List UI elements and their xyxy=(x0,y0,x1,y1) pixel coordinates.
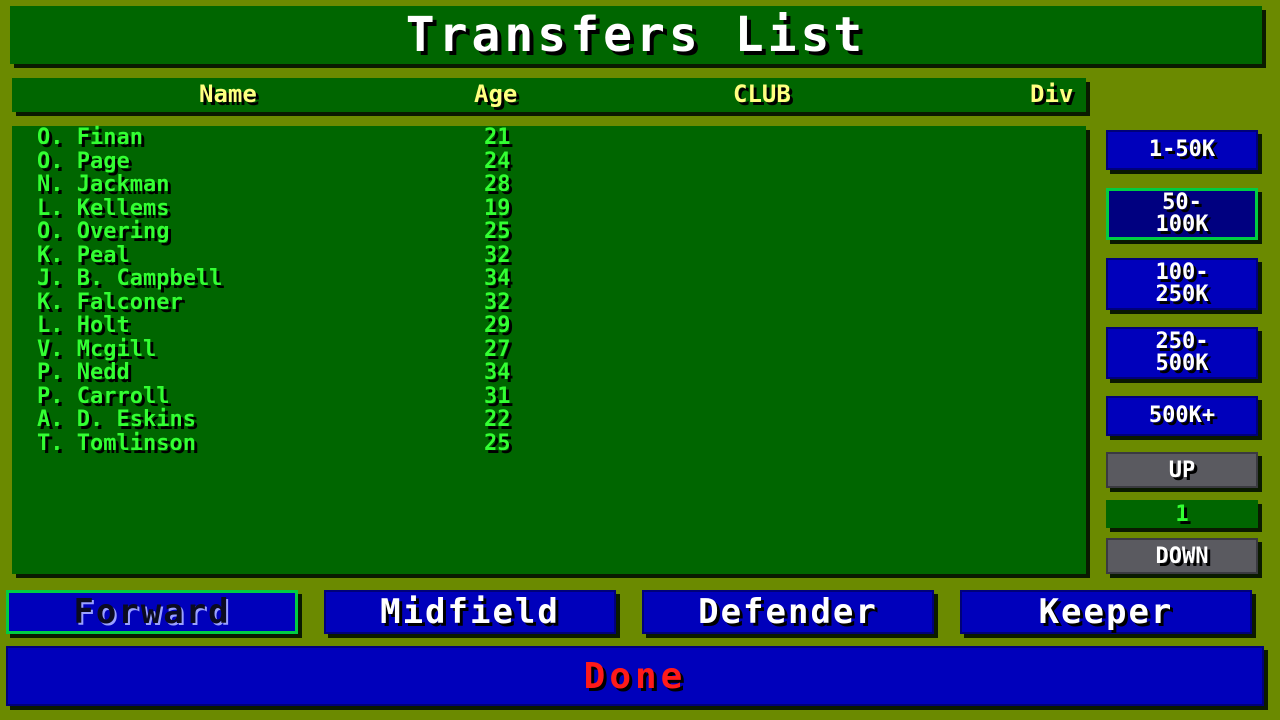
filter-label-line1: 250- xyxy=(1155,329,1209,354)
player-name: L. Kellems xyxy=(37,195,170,221)
player-age: 32 xyxy=(484,289,511,315)
filter-500k-plus-button[interactable]: 500K+ xyxy=(1106,396,1258,436)
filter-250-500k-button[interactable]: 250- 500K xyxy=(1106,327,1258,379)
player-age: 28 xyxy=(484,172,511,197)
column-age: Age xyxy=(474,80,518,108)
filter-label-line2: 100K xyxy=(1155,212,1209,237)
player-age: 24 xyxy=(484,148,511,174)
table-row[interactable]: O. Page 24 xyxy=(12,150,1086,174)
player-age: 32 xyxy=(484,242,511,268)
page-number: 1 xyxy=(1106,500,1258,528)
table-row[interactable]: L. Kellems 19 xyxy=(12,197,1086,221)
player-name: T. Tomlinson xyxy=(37,430,196,456)
filter-label: 1-50K xyxy=(1148,137,1216,162)
table-row[interactable]: A. D. Eskins 22 xyxy=(12,408,1086,432)
column-div: Div xyxy=(1030,80,1074,108)
table-row[interactable]: P. Carroll 31 xyxy=(12,385,1086,409)
column-name: Name xyxy=(199,80,257,108)
player-age: 27 xyxy=(484,336,511,362)
player-age: 31 xyxy=(484,383,511,409)
player-name: O. Finan xyxy=(37,125,143,150)
player-name: J. B. Campbell xyxy=(37,266,223,291)
table-row[interactable]: N. Jackman 28 xyxy=(12,173,1086,197)
filter-1-50k-button[interactable]: 1-50K xyxy=(1106,130,1258,170)
table-row[interactable]: K. Falconer 32 xyxy=(12,291,1086,315)
filter-100-250k-button[interactable]: 100- 250K xyxy=(1106,258,1258,310)
player-name: O. Page xyxy=(37,148,130,174)
page-down-button[interactable]: DOWN xyxy=(1106,538,1258,574)
player-name: P. Nedd xyxy=(37,360,130,385)
player-name: L. Holt xyxy=(37,313,130,338)
player-age: 34 xyxy=(484,360,511,385)
player-age: 22 xyxy=(484,407,511,432)
player-name: A. D. Eskins xyxy=(37,407,196,432)
player-age: 34 xyxy=(484,266,511,291)
player-name: K. Peal xyxy=(37,242,130,268)
page-title: Transfers List xyxy=(10,6,1262,64)
column-club: CLUB xyxy=(733,80,791,108)
player-name: K. Falconer xyxy=(37,289,183,315)
player-name: V. Mcgill xyxy=(37,336,157,362)
filter-label-line2: 250K xyxy=(1155,282,1209,307)
player-name: O. Overing xyxy=(37,219,170,244)
filter-label: 500K+ xyxy=(1148,403,1216,428)
player-name: N. Jackman xyxy=(37,172,170,197)
filter-50-100k-button[interactable]: 50- 100K xyxy=(1106,188,1258,240)
filter-label-line1: 50- xyxy=(1162,190,1202,215)
table-row[interactable]: L. Holt 29 xyxy=(12,314,1086,338)
player-age: 25 xyxy=(484,430,511,456)
position-keeper-button[interactable]: Keeper xyxy=(960,590,1252,634)
table-header: Name Age CLUB Div xyxy=(12,78,1086,112)
table-row[interactable]: V. Mcgill 27 xyxy=(12,338,1086,362)
page-up-button[interactable]: UP xyxy=(1106,452,1258,488)
player-age: 29 xyxy=(484,313,511,338)
player-age: 21 xyxy=(484,125,511,150)
position-defender-button[interactable]: Defender xyxy=(642,590,934,634)
table-row[interactable]: O. Overing 25 xyxy=(12,220,1086,244)
player-age: 25 xyxy=(484,219,511,244)
player-name: P. Carroll xyxy=(37,383,170,409)
done-button[interactable]: Done xyxy=(6,646,1264,706)
table-row[interactable]: O. Finan 21 xyxy=(12,126,1086,150)
table-row[interactable]: P. Nedd 34 xyxy=(12,361,1086,385)
table-row[interactable]: T. Tomlinson 25 xyxy=(12,432,1086,456)
position-forward-button[interactable]: Forward xyxy=(6,590,298,634)
position-midfield-button[interactable]: Midfield xyxy=(324,590,616,634)
table-row[interactable]: K. Peal 32 xyxy=(12,244,1086,268)
player-age: 19 xyxy=(484,195,511,221)
filter-label-line1: 100- xyxy=(1155,260,1209,285)
filter-label-line2: 500K xyxy=(1155,351,1209,376)
player-list: O. Finan 21 O. Page 24 N. Jackman 28 L. Kel… xyxy=(12,126,1086,574)
table-row[interactable]: J. B. Campbell 34 xyxy=(12,267,1086,291)
